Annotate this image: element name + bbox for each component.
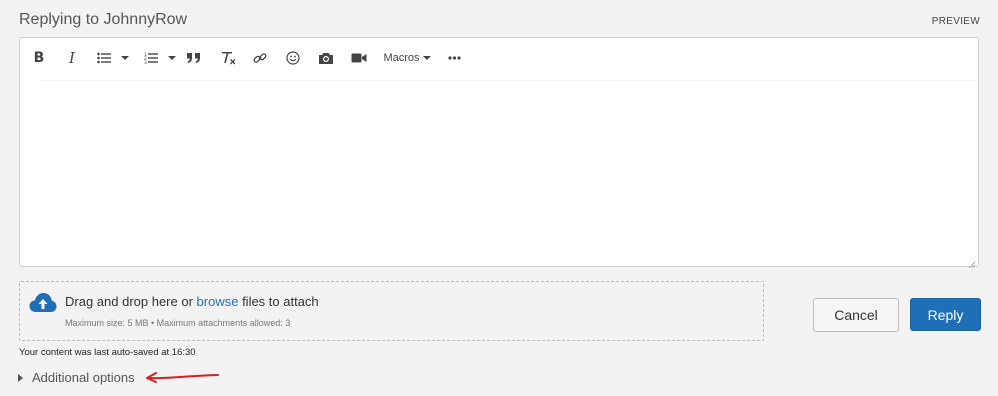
rich-text-editor[interactable]: B I 1 2 3 Macros	[19, 37, 979, 269]
attachment-limits: Maximum size: 5 MB • Maximum attachments…	[65, 318, 291, 328]
cloud-upload-icon	[29, 292, 57, 319]
red-arrow-annotation	[146, 372, 219, 383]
emoji-button[interactable]	[285, 48, 301, 68]
clear-format-button[interactable]	[220, 48, 236, 68]
dropzone-text-after: files to attach	[238, 294, 319, 309]
chevron-down-icon	[422, 56, 431, 60]
chevron-right-icon	[18, 373, 23, 382]
numbered-list-button[interactable]: 1 2 3	[143, 48, 159, 68]
emoji-icon	[286, 51, 300, 65]
italic-button[interactable]: I	[65, 48, 79, 68]
svg-text:3: 3	[144, 60, 147, 64]
camera-icon	[319, 53, 333, 64]
quote-icon	[187, 53, 200, 63]
dropzone-text-before: Drag and drop here or	[65, 294, 197, 309]
bullet-list-dropdown[interactable]	[120, 48, 130, 68]
link-button[interactable]	[252, 48, 268, 68]
file-dropzone[interactable]: Drag and drop here or browse files to at…	[19, 281, 764, 341]
reply-button[interactable]: Reply	[910, 298, 981, 331]
video-icon	[351, 53, 367, 63]
bold-button[interactable]: B	[32, 48, 46, 68]
dropzone-instructions: Drag and drop here or browse files to at…	[65, 294, 319, 309]
resize-grip-icon	[968, 261, 976, 269]
video-button[interactable]	[350, 48, 368, 68]
additional-options-label: Additional options	[32, 370, 135, 385]
macros-menu[interactable]: Macros	[383, 48, 431, 68]
toolbar-divider	[40, 80, 976, 81]
more-button[interactable]	[446, 48, 462, 68]
link-icon	[253, 53, 267, 63]
macros-label: Macros	[383, 52, 420, 64]
browse-link[interactable]: browse	[197, 294, 239, 309]
numbered-list-dropdown[interactable]	[167, 48, 177, 68]
chevron-down-icon	[168, 56, 176, 60]
clear-format-icon	[221, 52, 235, 65]
autosave-status: Your content was last auto-saved at 16:3…	[19, 347, 196, 358]
more-icon	[447, 56, 461, 60]
quote-button[interactable]	[186, 48, 202, 68]
resize-handle[interactable]	[968, 256, 976, 269]
bullet-list-icon	[97, 52, 111, 64]
numbered-list-icon: 1 2 3	[144, 52, 158, 64]
additional-options-toggle[interactable]: Additional options	[18, 370, 135, 385]
bullet-list-button[interactable]	[96, 48, 112, 68]
preview-link[interactable]: PREVIEW	[932, 16, 980, 27]
reply-title: Replying to JohnnyRow	[19, 11, 188, 28]
editor-toolbar: B I 1 2 3 Macros	[20, 38, 978, 78]
camera-button[interactable]	[317, 48, 335, 68]
chevron-down-icon	[121, 56, 129, 60]
cancel-button[interactable]: Cancel	[813, 298, 899, 332]
